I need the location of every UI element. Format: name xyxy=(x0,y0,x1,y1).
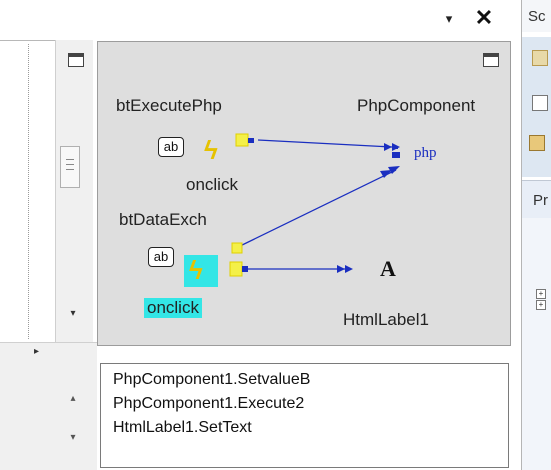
expand-plus-icon[interactable]: + xyxy=(536,289,546,299)
event-lightning-icon: ϟ xyxy=(204,135,218,165)
php-component-icon[interactable]: php xyxy=(414,145,437,162)
button-component-icon[interactable]: ab xyxy=(158,137,184,157)
properties-grid[interactable] xyxy=(522,218,551,470)
list-item[interactable]: PhpComponent1.Execute2 xyxy=(113,395,304,413)
event-label[interactable]: onclick xyxy=(186,175,238,195)
target-component-name[interactable]: PhpComponent xyxy=(357,96,475,116)
event-label-selected[interactable]: onclick xyxy=(144,298,202,318)
list-item[interactable]: HtmlLabel1.SetText xyxy=(113,419,252,437)
source-component-name[interactable]: btExecutePhp xyxy=(116,96,222,116)
properties-panel-title: Pr xyxy=(533,192,548,209)
target-component-name[interactable]: HtmlLabel1 xyxy=(343,310,429,330)
method-list[interactable]: PhpComponent1.SetvalueB PhpComponent1.Ex… xyxy=(100,363,509,468)
solution-panel-title: Sc xyxy=(528,8,546,25)
splitter[interactable] xyxy=(511,0,521,470)
source-component-name[interactable]: btDataExch xyxy=(119,210,207,230)
event-lightning-icon: ϟ xyxy=(189,255,203,285)
list-item[interactable]: PhpComponent1.SetvalueB xyxy=(113,371,310,389)
folder-icon[interactable] xyxy=(532,50,548,66)
label-component-icon[interactable]: A xyxy=(380,256,396,282)
project-icon[interactable] xyxy=(529,135,545,151)
button-component-icon[interactable]: ab xyxy=(148,247,174,267)
file-icon[interactable] xyxy=(532,95,548,111)
expand-plus-icon[interactable]: + xyxy=(536,300,546,310)
